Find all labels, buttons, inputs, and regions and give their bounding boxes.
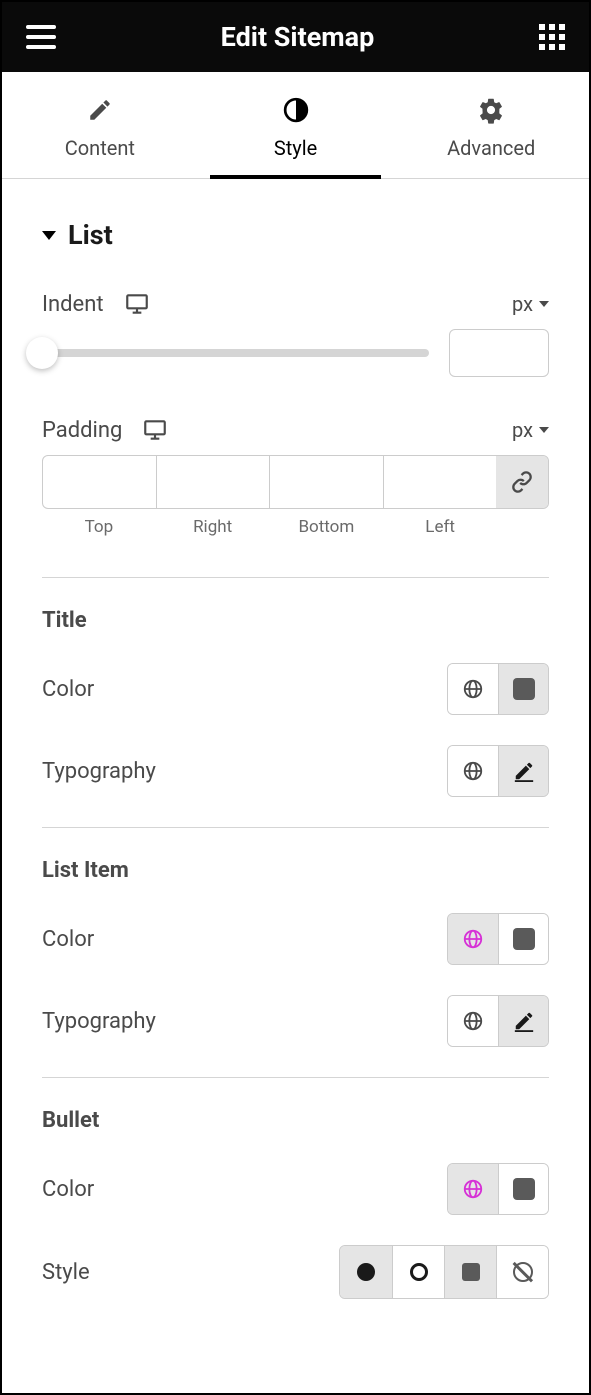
square-icon [462,1263,480,1281]
bullet-heading: Bullet [42,1108,549,1133]
bullet-color-label: Color [42,1177,94,1202]
listitem-color-row: Color [42,913,549,965]
padding-unit-select[interactable]: px [512,418,549,442]
listitem-typography-control [447,995,549,1047]
padding-row: Padding px [42,417,549,443]
indent-input[interactable] [449,329,549,377]
indent-row: Indent px [42,291,549,317]
color-picker-button[interactable] [498,914,548,964]
listitem-color-control [447,913,549,965]
bullet-color-row: Color [42,1163,549,1215]
padding-inputs [42,455,549,509]
padding-bottom-label: Bottom [270,517,384,537]
globe-button[interactable] [448,914,498,964]
title-typography-label: Typography [42,759,156,784]
title-color-control [447,663,549,715]
edit-typography-button[interactable] [498,746,548,796]
indent-slider-thumb[interactable] [26,337,58,369]
bullet-style-label: Style [42,1260,90,1285]
section-list-title: List [68,219,113,251]
tab-advanced[interactable]: Advanced [393,72,589,178]
title-color-row: Color [42,663,549,715]
edit-typography-button[interactable] [498,996,548,1046]
globe-button[interactable] [448,746,498,796]
padding-top-input[interactable] [43,456,156,508]
indent-slider[interactable] [42,349,429,357]
padding-right-label: Right [156,517,270,537]
apps-icon[interactable] [539,24,565,50]
padding-bottom-input[interactable] [270,456,383,508]
padding-right-input[interactable] [157,456,270,508]
pencil-icon [86,96,114,124]
bullet-color-control [447,1163,549,1215]
padding-unit-label: px [512,418,533,442]
indent-label: Indent [42,292,104,317]
bullet-style-control [339,1245,549,1299]
caret-down-icon [42,231,56,240]
tab-content-label: Content [65,136,135,160]
divider [42,577,549,578]
title-typography-control [447,745,549,797]
padding-label-group: Padding [42,417,168,443]
tab-advanced-label: Advanced [447,136,535,160]
indent-slider-row [42,329,549,377]
listitem-typography-row: Typography [42,995,549,1047]
contrast-icon [282,96,310,124]
header-bar: Edit Sitemap [2,2,589,72]
tab-style[interactable]: Style [198,72,394,178]
color-picker-button[interactable] [498,664,548,714]
bullet-none-button[interactable] [496,1246,548,1298]
indent-label-group: Indent [42,291,150,317]
indent-unit-label: px [512,292,533,316]
divider [42,1077,549,1078]
circle-icon [410,1263,428,1281]
bullet-square-button[interactable] [444,1246,496,1298]
padding-left-input[interactable] [384,456,497,508]
globe-button[interactable] [448,664,498,714]
section-list-toggle[interactable]: List [42,219,549,251]
title-color-label: Color [42,677,94,702]
gear-icon [477,96,505,124]
color-picker-button[interactable] [498,1164,548,1214]
padding-left-label: Left [383,517,497,537]
title-typography-row: Typography [42,745,549,797]
title-heading: Title [42,608,549,633]
menu-icon[interactable] [26,25,56,49]
globe-button[interactable] [448,996,498,1046]
chevron-down-icon [539,427,549,433]
divider [42,827,549,828]
content-panel: List Indent px Padding px [2,179,589,1384]
none-icon [513,1262,533,1282]
listitem-color-label: Color [42,927,94,952]
listitem-typography-label: Typography [42,1009,156,1034]
disc-icon [357,1263,375,1281]
bullet-circle-button[interactable] [392,1246,444,1298]
padding-top-label: Top [42,517,156,537]
padding-label: Padding [42,418,122,443]
chevron-down-icon [539,301,549,307]
listitem-heading: List Item [42,858,549,883]
bullet-disc-button[interactable] [340,1246,392,1298]
tabs: Content Style Advanced [2,72,589,179]
tab-style-label: Style [274,136,317,160]
link-values-button[interactable] [496,456,548,508]
indent-unit-select[interactable]: px [512,292,549,316]
globe-button[interactable] [448,1164,498,1214]
bullet-style-row: Style [42,1245,549,1299]
desktop-icon[interactable] [142,417,168,443]
desktop-icon[interactable] [124,291,150,317]
page-title: Edit Sitemap [221,21,375,53]
padding-side-labels: Top Right Bottom Left [42,517,549,537]
tab-content[interactable]: Content [2,72,198,178]
